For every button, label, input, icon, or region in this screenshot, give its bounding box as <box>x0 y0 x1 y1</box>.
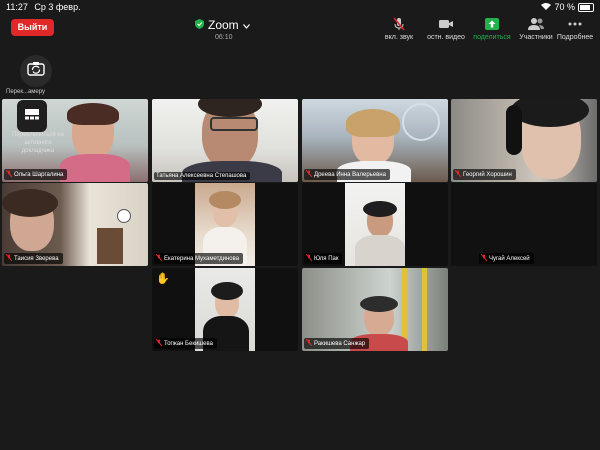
participant-tile[interactable]: Таисия Зверева <box>2 183 148 266</box>
participant-name: Таисия Зверева <box>14 255 59 262</box>
participant-tile[interactable]: Ракишева Санжар <box>302 268 448 351</box>
shield-icon <box>195 16 204 34</box>
unmute-label: вкл. звук <box>384 34 414 41</box>
switch-to-speaker-label: Переключиться на активного докладчика <box>12 132 64 154</box>
participant-name-bar: Екатерина Мухаметдинова <box>154 253 244 264</box>
muted-mic-icon <box>480 253 488 263</box>
meeting-timer: 06:10 <box>215 34 233 41</box>
share-screen-icon <box>467 17 517 31</box>
participant-name-bar: Тогжан Бекишева <box>154 338 217 349</box>
battery-icon <box>578 2 594 12</box>
participant-tile[interactable]: ✋ Тогжан Бекишева <box>152 268 298 351</box>
muted-mic-icon <box>155 338 163 348</box>
more-label: Подробнее <box>556 34 594 41</box>
wifi-icon <box>541 2 552 12</box>
participant-tile[interactable]: Дреева Инна Валерьевна <box>302 99 448 182</box>
participant-video <box>345 183 405 266</box>
clock: 11:27 <box>6 2 28 12</box>
raised-hand-icon: ✋ <box>156 273 170 285</box>
participant-name-bar: Чугай Алексей <box>479 253 534 264</box>
more-button[interactable]: Подробнее <box>550 17 600 41</box>
participant-name-bar: Юля Пак <box>304 253 343 264</box>
participant-name-bar: Дреева Инна Валерьевна <box>304 169 390 180</box>
muted-mic-icon <box>5 253 13 263</box>
participant-name: Ольга Шаргалина <box>14 171 64 178</box>
video-camera-icon <box>421 17 471 31</box>
participant-name: Юля Пак <box>314 255 339 262</box>
participants-label: Участники <box>519 34 553 41</box>
participant-tile-active-speaker[interactable]: Татьяна Алексеевна Степашова <box>152 99 298 182</box>
date: Ср 3 февр. <box>34 2 81 12</box>
participant-tile[interactable]: Георгий Хорошин <box>451 99 597 182</box>
unmute-button[interactable]: вкл. звук <box>374 17 424 41</box>
share-label: поделиться <box>473 34 511 41</box>
participant-name: Чугай Алексей <box>489 255 530 262</box>
muted-mic-icon <box>305 338 313 348</box>
more-dots-icon <box>550 17 600 31</box>
participant-name-bar: Ракишева Санжар <box>304 338 370 349</box>
meeting-title[interactable]: Zoom <box>195 18 255 32</box>
app-title: Zoom <box>208 18 239 32</box>
stop-video-label: остн. видео <box>427 34 465 41</box>
participant-name-bar: Ольга Шаргалина <box>4 169 68 180</box>
participant-tile[interactable]: Екатерина Мухаметдинова <box>152 183 298 266</box>
muted-mic-icon <box>305 169 313 179</box>
participant-name: Татьяна Алексеевна Степашова <box>156 173 247 179</box>
participant-name: Георгий Хорошин <box>463 171 512 178</box>
stop-video-button[interactable]: остн. видео <box>421 17 471 41</box>
share-button[interactable]: поделиться <box>467 17 517 41</box>
muted-mic-icon <box>454 169 462 179</box>
chevron-down-icon <box>242 16 250 34</box>
participant-tile[interactable]: Юля Пак <box>302 183 448 266</box>
camera-switch-icon <box>27 61 45 81</box>
status-bar: 11:27 Ср 3 февр. 70 % <box>0 0 600 14</box>
switch-to-speaker-button[interactable] <box>17 100 47 132</box>
mic-off-icon <box>374 17 424 31</box>
speaker-view-icon <box>24 107 40 125</box>
muted-mic-icon <box>155 253 163 263</box>
participant-name: Ракишева Санжар <box>314 340 366 347</box>
participant-video <box>152 99 298 182</box>
switch-camera-button[interactable] <box>20 55 52 87</box>
participant-name-bar: Таисия Зверева <box>4 253 63 264</box>
participant-tile[interactable]: Чугай Алексей <box>451 183 597 266</box>
muted-mic-icon <box>305 253 313 263</box>
leave-button[interactable]: Выйти <box>11 19 54 36</box>
muted-mic-icon <box>5 169 13 179</box>
switch-camera-label: Перек...амеру <box>6 89 46 95</box>
participant-name: Екатерина Мухаметдинова <box>164 255 240 262</box>
participant-name-bar: Георгий Хорошин <box>453 169 516 180</box>
participant-name: Тогжан Бекишева <box>164 340 213 347</box>
battery-percent: 70 % <box>554 2 575 12</box>
participant-name: Дреева Инна Валерьевна <box>314 171 386 178</box>
participant-name-bar: Татьяна Алексеевна Степашова <box>154 172 251 180</box>
